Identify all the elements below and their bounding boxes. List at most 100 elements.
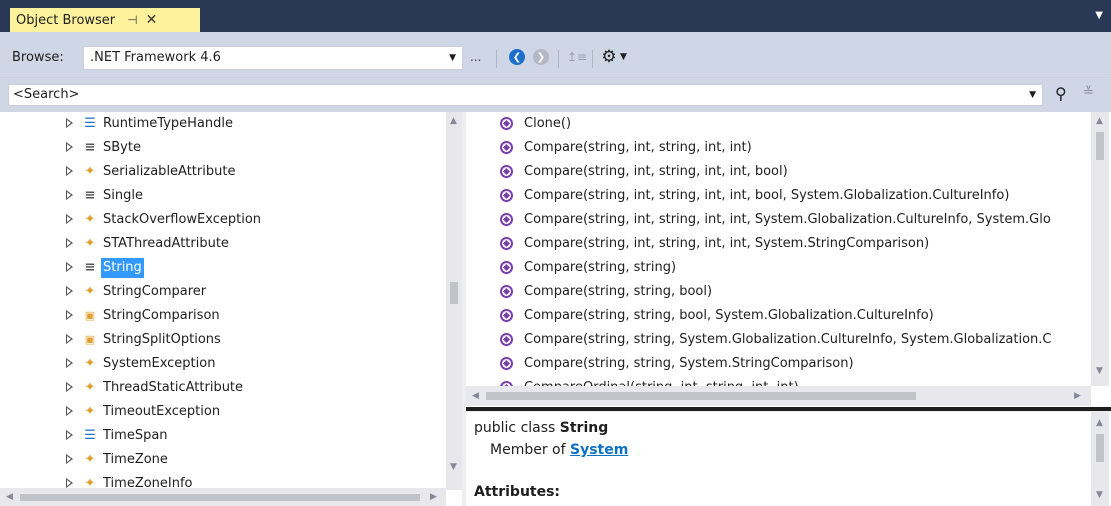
add-reference-button[interactable]: ↥≡ xyxy=(566,46,588,68)
member-item-label[interactable]: Compare(string, string, System.Globaliza… xyxy=(524,330,1052,350)
expand-arrow-icon[interactable] xyxy=(66,262,73,272)
member-item[interactable]: Compare(string, string) xyxy=(466,256,1106,280)
tree-item-label[interactable]: TimeoutException xyxy=(101,402,222,422)
scroll-thumb[interactable] xyxy=(1096,132,1104,160)
scroll-right-icon[interactable]: ▶ xyxy=(1074,391,1081,401)
expand-arrow-icon[interactable] xyxy=(66,430,73,440)
tree-item-label[interactable]: StackOverflowException xyxy=(101,210,263,230)
expand-arrow-icon[interactable] xyxy=(66,382,73,392)
expand-arrow-icon[interactable] xyxy=(66,238,73,248)
pin-icon[interactable]: ⊣ xyxy=(127,13,137,27)
objects-tree-pane[interactable]: ☰ RuntimeTypeHandle ≡ SByte ✦ SerializableAtt… xyxy=(0,112,462,506)
forward-button[interactable]: ❯ xyxy=(530,46,552,68)
tree-item[interactable]: ✦ TimeZone xyxy=(0,448,440,472)
tree-item-label[interactable]: RuntimeTypeHandle xyxy=(101,114,235,134)
member-item[interactable]: Clone() xyxy=(466,112,1106,136)
tree-item-label[interactable]: ThreadStaticAttribute xyxy=(101,378,245,398)
scroll-left-icon[interactable]: ◀ xyxy=(6,492,13,502)
namespace-link[interactable]: System xyxy=(570,442,628,458)
tree-item[interactable]: ☰ RuntimeTypeHandle xyxy=(0,112,440,136)
member-item[interactable]: Compare(string, string, System.StringCom… xyxy=(466,352,1106,376)
back-button[interactable]: ❮ xyxy=(506,46,528,68)
tab-overflow-dropdown-icon[interactable]: ▼ xyxy=(1095,10,1103,21)
members-vertical-scrollbar[interactable]: ▲ ▼ xyxy=(1091,112,1109,386)
member-item-label[interactable]: Compare(string, int, string, int, int, b… xyxy=(524,162,788,182)
member-item-label[interactable]: Compare(string, int, string, int, int, S… xyxy=(524,210,1051,230)
member-item-label[interactable]: Compare(string, string, bool) xyxy=(524,282,712,302)
expand-arrow-icon[interactable] xyxy=(66,358,73,368)
settings-dropdown-icon[interactable]: ▼ xyxy=(620,52,627,62)
expand-arrow-icon[interactable] xyxy=(66,286,73,296)
expand-arrow-icon[interactable] xyxy=(66,334,73,344)
member-item-label[interactable]: Clone() xyxy=(524,114,571,134)
scroll-thumb[interactable] xyxy=(450,282,458,304)
member-item[interactable]: Compare(string, string, System.Globaliza… xyxy=(466,328,1106,352)
tree-vertical-scrollbar[interactable]: ▲ ▼ xyxy=(446,112,462,490)
member-item-label[interactable]: Compare(string, string, System.StringCom… xyxy=(524,354,854,374)
tree-item[interactable]: ✦ STAThreadAttribute xyxy=(0,232,440,256)
tree-item-label[interactable]: Single xyxy=(101,186,145,206)
scroll-up-icon[interactable]: ▲ xyxy=(1096,116,1103,126)
tree-item[interactable]: ▣ StringSplitOptions xyxy=(0,328,440,352)
chevron-down-icon[interactable]: ▼ xyxy=(1029,85,1036,105)
member-item[interactable]: Compare(string, int, string, int, int, b… xyxy=(466,184,1106,208)
member-item-label[interactable]: Compare(string, string, bool, System.Glo… xyxy=(524,306,934,326)
tree-item[interactable]: ☰ TimeSpan xyxy=(0,424,440,448)
scroll-down-icon[interactable]: ▼ xyxy=(450,462,457,472)
tree-item-label[interactable]: String xyxy=(101,258,144,278)
tree-item-label[interactable]: SByte xyxy=(101,138,143,158)
member-item[interactable]: Compare(string, int, string, int, int) xyxy=(466,136,1106,160)
scroll-thumb[interactable] xyxy=(486,392,916,400)
expand-arrow-icon[interactable] xyxy=(66,406,73,416)
close-icon[interactable]: ✕ xyxy=(146,12,158,28)
tree-item-label[interactable]: SystemException xyxy=(101,354,217,374)
scroll-up-icon[interactable]: ▲ xyxy=(1096,418,1103,428)
expand-arrow-icon[interactable] xyxy=(66,454,73,464)
tree-item-label[interactable]: TimeSpan xyxy=(101,426,170,446)
expand-arrow-icon[interactable] xyxy=(66,118,73,128)
expand-arrow-icon[interactable] xyxy=(66,190,73,200)
tree-item[interactable]: ✦ StackOverflowException xyxy=(0,208,440,232)
tree-item-label[interactable]: StringComparer xyxy=(101,282,208,302)
chevron-down-icon[interactable]: ▼ xyxy=(449,47,456,69)
clear-search-icon[interactable]: ≚ xyxy=(1083,85,1094,100)
tree-item[interactable]: ▣ StringComparison xyxy=(0,304,440,328)
scroll-thumb[interactable] xyxy=(20,494,420,501)
tree-item[interactable]: ✦ SerializableAttribute xyxy=(0,160,440,184)
search-input[interactable]: <Search> ▼ xyxy=(8,84,1043,106)
tree-item-label[interactable]: TimeZone xyxy=(101,450,170,470)
browse-scope-combobox[interactable]: .NET Framework 4.6 ▼ xyxy=(83,46,463,70)
tree-item[interactable]: ≡ String xyxy=(0,256,440,280)
tree-item[interactable]: ≡ SByte xyxy=(0,136,440,160)
tree-item[interactable]: ✦ SystemException xyxy=(0,352,440,376)
expand-arrow-icon[interactable] xyxy=(66,166,73,176)
description-vertical-scrollbar[interactable]: ▲ ▼ xyxy=(1091,412,1109,506)
member-item[interactable]: Compare(string, string, bool) xyxy=(466,280,1106,304)
member-item[interactable]: Compare(string, string, bool, System.Glo… xyxy=(466,304,1106,328)
member-item-label[interactable]: Compare(string, int, string, int, int, b… xyxy=(524,186,1009,206)
scroll-down-icon[interactable]: ▼ xyxy=(1096,366,1103,376)
scroll-down-icon[interactable]: ▼ xyxy=(1096,490,1103,500)
member-item[interactable]: Compare(string, int, string, int, int, S… xyxy=(466,232,1106,256)
object-browser-tab[interactable]: Object Browser ⊣ ✕ xyxy=(10,8,200,32)
scroll-up-icon[interactable]: ▲ xyxy=(450,116,457,126)
tree-item[interactable]: ≡ Single xyxy=(0,184,440,208)
tree-item-label[interactable]: STAThreadAttribute xyxy=(101,234,231,254)
expand-arrow-icon[interactable] xyxy=(66,310,73,320)
tree-item[interactable]: ✦ StringComparer xyxy=(0,280,440,304)
tree-item-label[interactable]: StringSplitOptions xyxy=(101,330,223,350)
member-item-label[interactable]: Compare(string, string) xyxy=(524,258,676,278)
tree-item-label[interactable]: SerializableAttribute xyxy=(101,162,237,182)
expand-arrow-icon[interactable] xyxy=(66,478,73,488)
edit-custom-component-set-button[interactable]: ... xyxy=(470,50,481,64)
member-item[interactable]: Compare(string, int, string, int, int, b… xyxy=(466,160,1106,184)
members-pane[interactable]: Clone() Compare(string, int, string, int,… xyxy=(466,112,1111,408)
members-horizontal-scrollbar[interactable]: ◀ ▶ xyxy=(466,386,1091,406)
expand-arrow-icon[interactable] xyxy=(66,214,73,224)
tree-item-label[interactable]: StringComparison xyxy=(101,306,222,326)
member-item[interactable]: Compare(string, int, string, int, int, S… xyxy=(466,208,1106,232)
tree-item[interactable]: ✦ TimeoutException xyxy=(0,400,440,424)
scroll-left-icon[interactable]: ◀ xyxy=(472,391,479,401)
settings-button[interactable]: ⚙ xyxy=(598,46,620,68)
tree-horizontal-scrollbar[interactable]: ◀ ▶ xyxy=(0,488,446,506)
